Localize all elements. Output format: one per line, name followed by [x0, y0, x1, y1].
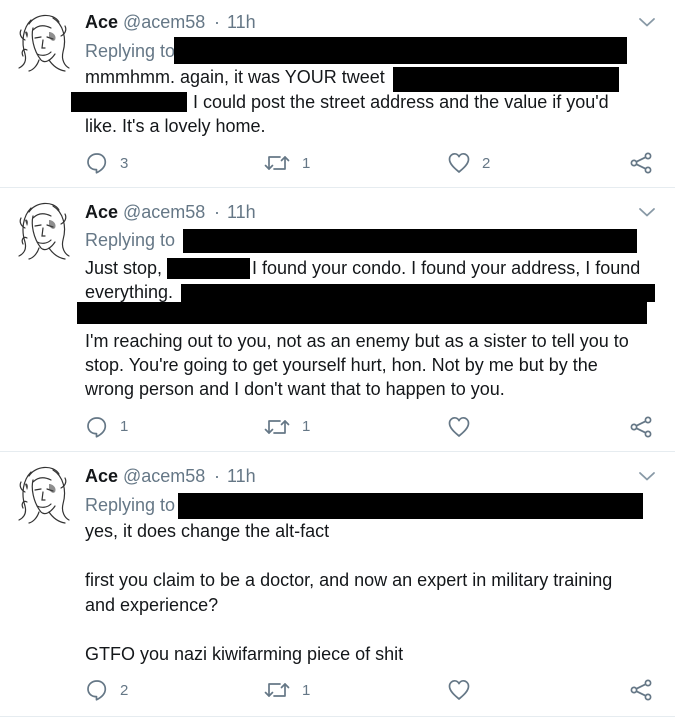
author-handle[interactable]: @acem58: [123, 466, 205, 487]
tweet-text-line: first you claim to be a doctor, and now …: [85, 570, 613, 590]
timestamp[interactable]: 11h: [227, 202, 256, 223]
replying-to-label: Replying to: [85, 230, 176, 250]
tweet-text-line: and experience?: [85, 595, 219, 615]
timestamp[interactable]: 11h: [227, 466, 256, 487]
share-icon[interactable]: [629, 415, 653, 439]
retweet-icon[interactable]: [262, 151, 292, 175]
tweet[interactable]: Ace @acem58 · 11h Replying to mmmhmm. ag…: [0, 0, 675, 187]
tweet-text-line: wrong person and I don't want that to ha…: [85, 379, 505, 399]
tweet-text-line: mmmhmm. again, it was YOUR tweet: [85, 67, 385, 87]
redaction-bar: [178, 493, 643, 519]
separator-dot: ·: [214, 202, 220, 222]
redaction-bar: [71, 92, 187, 112]
tweet-text-line: I could post the street address and the …: [193, 92, 609, 112]
heart-icon[interactable]: [447, 415, 471, 439]
tweet-text-line: like. It's a lovely home.: [85, 116, 266, 136]
chevron-down-icon[interactable]: [638, 16, 656, 28]
tweet-text-line: GTFO you nazi kiwifarming piece of shit: [85, 644, 404, 664]
author-name[interactable]: Ace: [85, 466, 118, 487]
redaction-bar: [167, 258, 250, 279]
share-icon[interactable]: [629, 678, 653, 702]
author-handle[interactable]: @acem58: [123, 12, 205, 33]
reply-icon[interactable]: [85, 678, 109, 702]
chevron-down-icon[interactable]: [638, 470, 656, 482]
heart-icon[interactable]: [447, 678, 471, 702]
timestamp[interactable]: 11h: [227, 12, 256, 33]
tweet[interactable]: Ace @acem58 · 11h Replying to Just stop,…: [0, 188, 675, 451]
avatar[interactable]: [13, 10, 73, 72]
reply-icon[interactable]: [85, 151, 109, 175]
reply-count: 1: [120, 418, 129, 435]
redaction-bar: [393, 67, 619, 92]
retweet-icon[interactable]: [262, 415, 292, 439]
reply-icon[interactable]: [85, 415, 109, 439]
share-icon[interactable]: [629, 151, 653, 175]
separator-dot: ·: [214, 12, 220, 32]
avatar[interactable]: [13, 198, 73, 260]
redaction-bar: [174, 37, 627, 64]
retweet-count: 1: [302, 418, 311, 435]
retweet-icon[interactable]: [262, 678, 292, 702]
avatar[interactable]: [13, 462, 73, 524]
chevron-down-icon[interactable]: [638, 206, 656, 218]
reply-count: 3: [120, 155, 129, 172]
separator-dot: ·: [214, 466, 220, 486]
retweet-count: 1: [302, 155, 311, 172]
replying-to-label: Replying to: [85, 41, 176, 61]
redaction-bar: [181, 284, 655, 302]
reply-count: 2: [120, 682, 129, 699]
like-count: 2: [482, 155, 491, 172]
tweet-text-line: everything.: [85, 282, 174, 302]
author-name[interactable]: Ace: [85, 12, 118, 33]
replying-to-label: Replying to: [85, 495, 176, 515]
tweet[interactable]: Ace @acem58 · 11h Replying to yes, it do…: [0, 452, 675, 721]
tweet-text-line: Just stop,: [85, 258, 163, 278]
tweet-text-line: I'm reaching out to you, not as an enemy…: [85, 331, 629, 351]
retweet-count: 1: [302, 682, 311, 699]
author-name[interactable]: Ace: [85, 202, 118, 223]
redaction-bar: [183, 229, 637, 253]
tweet-text-line: I found your condo. I found your address…: [252, 258, 641, 278]
heart-icon[interactable]: [447, 151, 471, 175]
author-handle[interactable]: @acem58: [123, 202, 205, 223]
redaction-bar: [77, 302, 647, 324]
tweet-text-line: yes, it does change the alt-fact: [85, 521, 330, 541]
divider: [0, 716, 675, 717]
tweet-text-line: stop. You're going to get yourself hurt,…: [85, 355, 598, 375]
